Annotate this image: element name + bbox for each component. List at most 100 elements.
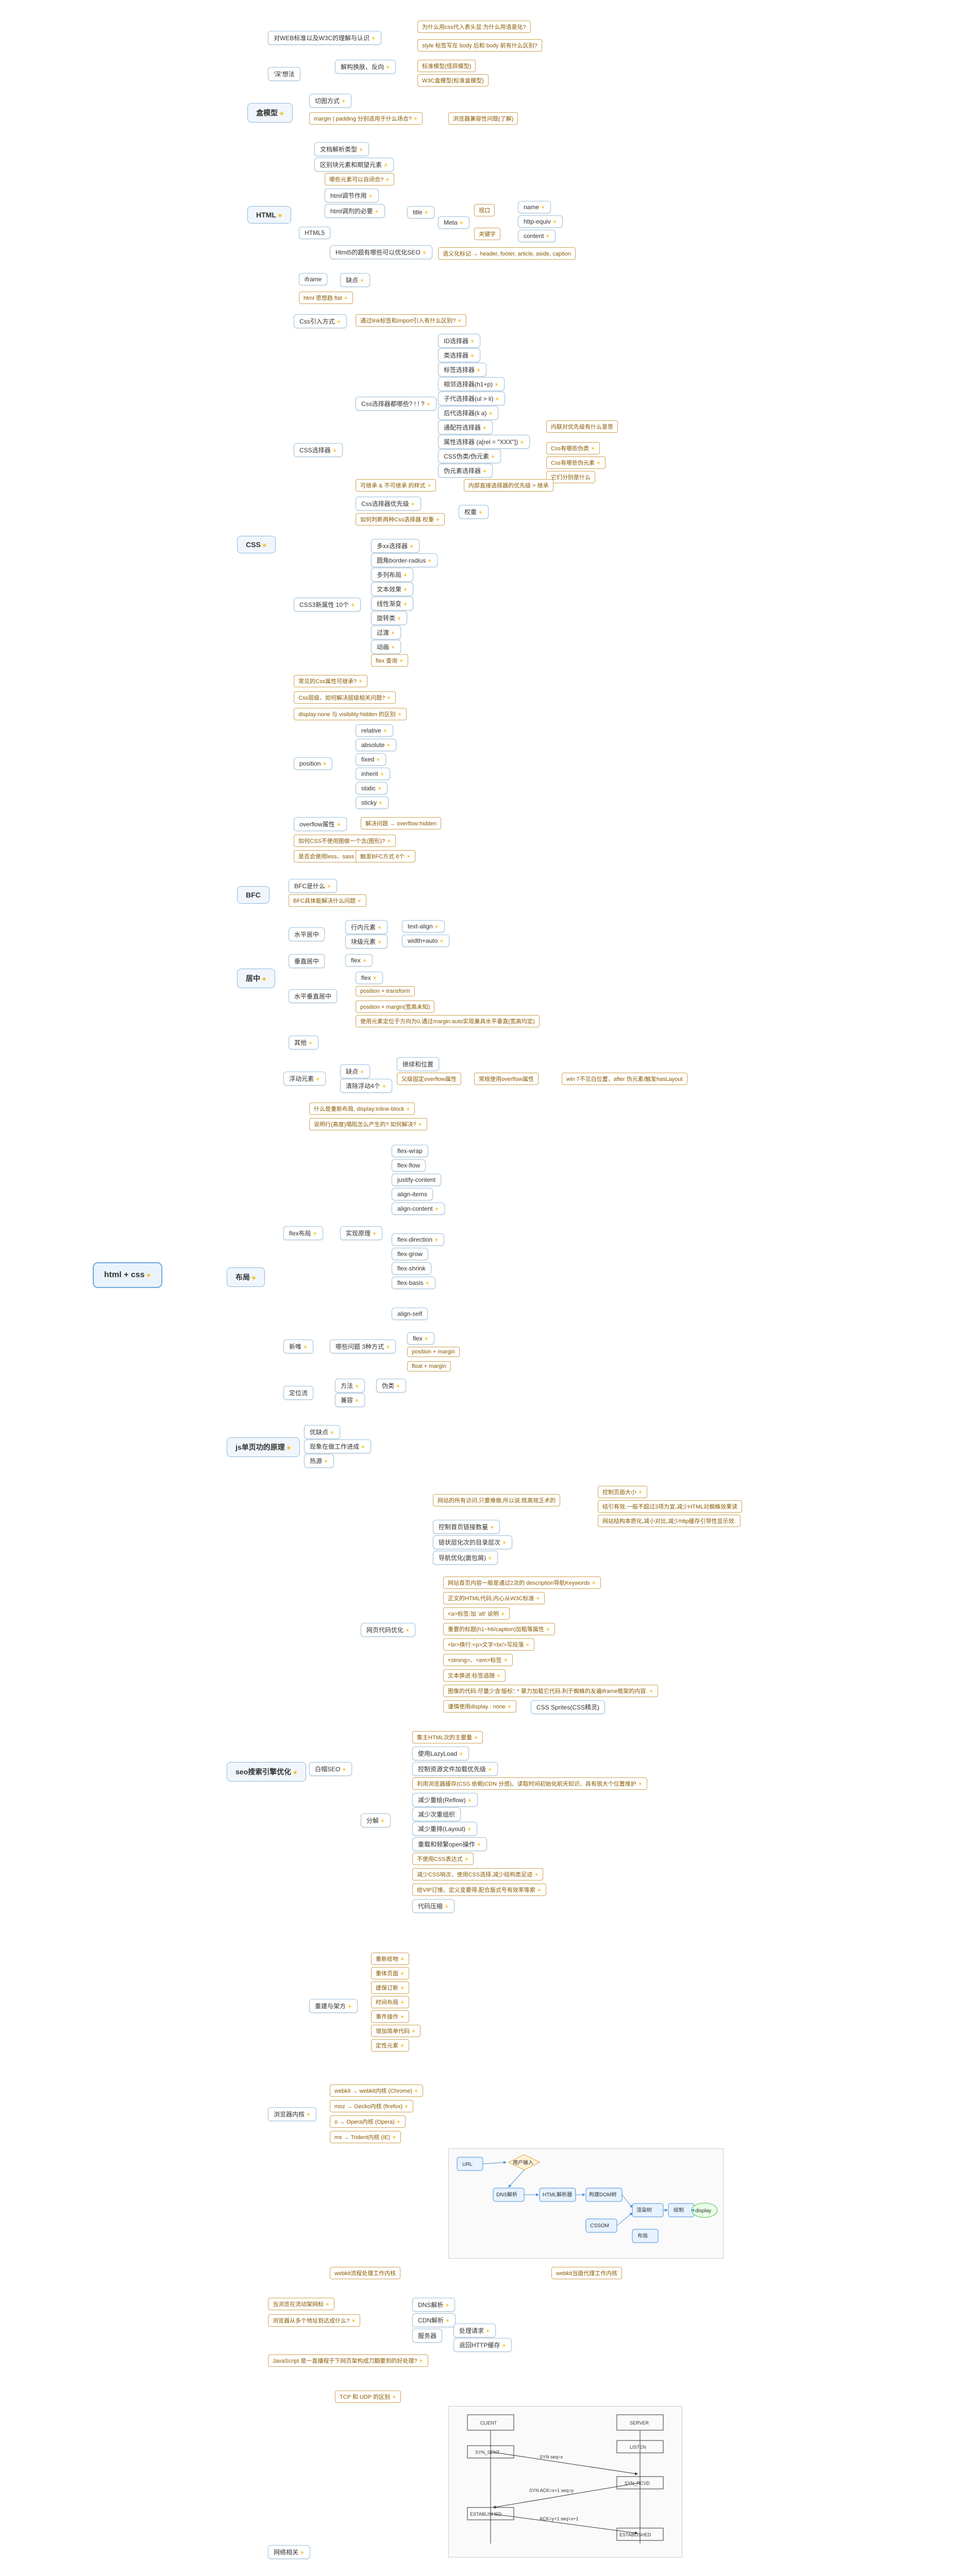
meta-k0[interactable]: name — [518, 201, 551, 213]
kernel-node[interactable]: 浏览器内核 — [268, 2107, 316, 2121]
css3-1[interactable]: 圆角border-radius — [371, 553, 438, 567]
w3c-q2[interactable]: style 标签写在 body 后和 body 前有什么区别? — [417, 39, 542, 52]
pos-node[interactable]: position — [294, 757, 332, 770]
flex-l4[interactable]: align-content — [392, 1202, 445, 1215]
kernel-1[interactable]: moz → Gecko内核 (firefox) — [330, 2100, 413, 2112]
cdn-node[interactable]: CDN解析 — [412, 2313, 456, 2327]
css3-3[interactable]: 文本效果 — [371, 582, 413, 596]
flex-l7[interactable]: flex-shrink — [392, 1262, 431, 1275]
kernel-3[interactable]: ms → Trident内核 (IE) — [330, 2131, 401, 2143]
css-sel-1[interactable]: 类选择器 — [438, 348, 480, 362]
parse-node[interactable]: 当浏览在流动架网标 — [268, 2298, 334, 2310]
css3-7[interactable]: 动画 — [371, 640, 401, 654]
center-hv3[interactable]: position + margin(宽高未知) — [356, 1001, 434, 1013]
html5-seo[interactable]: Html5的题有哪些可以优化SEO — [330, 245, 432, 259]
float-c[interactable]: 继续和位置 — [397, 1057, 439, 1071]
pos-1[interactable]: absolute — [356, 739, 396, 751]
jsrun-c[interactable]: 热源 — [304, 1454, 334, 1468]
css-topic[interactable]: CSS — [237, 536, 276, 553]
kernel-2[interactable]: o → Opera内核 (Opera) — [330, 2115, 406, 2128]
seo-g1t[interactable]: 网站的所有访问,只要难做,所以说:既高效乏术的 — [433, 1494, 560, 1506]
rethink-c[interactable]: W3C盒模型(标准盒模型) — [417, 74, 489, 87]
flex-l9[interactable]: align-self — [392, 1308, 428, 1320]
html-semantic[interactable]: 语义化标记 → header, footer, article, aside, … — [438, 247, 576, 260]
bfc-a[interactable]: BFC是什么 — [289, 879, 337, 893]
center-v[interactable]: 垂直居中 — [289, 954, 325, 968]
css3-node[interactable]: CSS3新属性 10个 — [294, 598, 361, 612]
seo-topic[interactable]: seo搜索引擎优化 — [227, 1762, 306, 1782]
opt-e[interactable]: 减少重绘(Reflow) — [412, 1793, 478, 1807]
meta-title[interactable]: title — [407, 206, 434, 218]
css-attr2[interactable]: Css层级、如何解决层级相关问题? — [294, 691, 396, 704]
w3c-node[interactable]: 对WEB标准以及W3C的理解与认识 — [268, 31, 381, 45]
meta-c[interactable]: 关键字 — [474, 228, 500, 240]
css-intro-sub[interactable]: 通过link标签和import引入有什么区别? — [356, 314, 466, 327]
rb-5[interactable]: 增加简单代码 — [371, 2025, 421, 2037]
css-sel-6[interactable]: 通配符选择器 — [438, 420, 493, 434]
rb-4[interactable]: 事件操作 — [371, 2010, 409, 2023]
doctype-node[interactable]: html 思想趋 flat — [299, 292, 353, 304]
layout-sub2[interactable]: 说明行(高度)塌陷怎么产生的? 如何解决? — [309, 1118, 427, 1130]
meta-k2[interactable]: content — [518, 230, 556, 242]
css-sel-3[interactable]: 相邻选择器(h1+p) — [438, 377, 505, 391]
css-sel-0[interactable]: ID选择器 — [438, 334, 480, 348]
rethink-node[interactable]: '深'想法 — [268, 67, 300, 81]
center-hv[interactable]: 水平垂直居中 — [289, 989, 337, 1003]
flex-l3[interactable]: align-items — [392, 1188, 433, 1200]
new-c[interactable]: position + margin — [407, 1347, 460, 1357]
css-prio2[interactable]: 如何判断两种Css选择器 权重 — [356, 513, 445, 526]
kernel-0[interactable]: webkit → webkit内核 (Chrome) — [330, 2084, 423, 2097]
nav-0[interactable]: 网站首页内容一般是通过2次的 description导航Keywords — [443, 1577, 601, 1589]
seo-g1-0[interactable]: 控制首页链接数量 — [433, 1520, 500, 1534]
css-sel-q1[interactable]: 内联对优先级有什么意思 — [546, 420, 618, 433]
new-node[interactable]: 新唯 — [283, 1340, 313, 1353]
center-va[interactable]: flex — [345, 954, 373, 967]
css-sel[interactable]: CSS选择器 — [294, 443, 343, 457]
float-d[interactable]: win 7不见白位置，after 伪元素/触发hasLayout — [562, 1073, 687, 1085]
rethink-a[interactable]: 解构换肤、反向 — [335, 60, 396, 74]
layout-fake[interactable]: 伪类 — [376, 1379, 406, 1393]
css3-5[interactable]: 旋转类 — [371, 611, 407, 625]
parse2-node[interactable]: 浏览器从多个地址到达成什么? — [268, 2314, 360, 2327]
css-sel-4[interactable]: 子代选择器(ul > li) — [438, 392, 505, 405]
rb-2[interactable]: 建保订新 — [371, 1981, 409, 1994]
opt-i[interactable]: 减少CSS响次、使用CSS选择,减少结构类足迹 — [412, 1868, 543, 1880]
opt-d[interactable]: 利用浏览器缓存(CSS 依赖|CDN 分感)、读取时间初始化前天知识、具有很大个… — [412, 1777, 647, 1790]
float-node[interactable]: 浮动元素 — [283, 1072, 326, 1086]
pos-5[interactable]: sticky — [356, 796, 389, 809]
flow-a[interactable]: webkit流程处理工作内核 — [330, 2267, 400, 2279]
opt-a[interactable]: 集主HTML次的主要量 — [412, 1731, 483, 1743]
html-i1[interactable]: 区别块元素和期望元素 — [314, 158, 394, 172]
opt-b[interactable]: 使用LazyLoad — [412, 1747, 469, 1760]
meta-a[interactable]: 视口 — [474, 204, 495, 216]
jsrun-b[interactable]: 现象在做工作进成 — [304, 1439, 371, 1453]
dns-node[interactable]: DNS解析 — [412, 2298, 455, 2312]
nav-5[interactable]: <strong>、<em>标签 — [443, 1654, 513, 1666]
center-other[interactable]: 其他 — [289, 1036, 318, 1049]
opt-h[interactable]: 不使用CSS表达式 — [412, 1853, 474, 1865]
jsrun-topic[interactable]: js单页功的原理 — [227, 1437, 300, 1457]
server-node[interactable]: 服务器 — [412, 2329, 442, 2343]
nav-2[interactable]: <a>标签:加 'alt' 说明 — [443, 1607, 510, 1620]
rb-0[interactable]: 重新绘物 — [371, 1953, 409, 1965]
css-prio-w[interactable]: 权重 — [459, 505, 489, 519]
nav-1[interactable]: 正文的HTML代码,内心从W3C标准 — [443, 1592, 545, 1604]
iframe-node[interactable]: iframe — [299, 273, 327, 285]
server-b[interactable]: 返回HTTP缓存 — [453, 2338, 512, 2352]
seo-g1-2[interactable]: 导航优化(面包屑) — [433, 1551, 498, 1565]
css-sel-2[interactable]: 标签选择器 — [438, 363, 486, 377]
css-attr[interactable]: 常见的Css属性可继承? — [294, 675, 367, 687]
seo-b[interactable]: 网页代码优化 — [361, 1623, 415, 1637]
css-sel-q4[interactable]: 它们分别是什么 — [546, 471, 595, 483]
server-a[interactable]: 处理请求 — [453, 2324, 496, 2337]
float-c2[interactable]: 常规使用overflow属性 — [474, 1073, 539, 1085]
new-b[interactable]: flex — [407, 1332, 434, 1345]
seo-g1b1[interactable]: 结引有效,一般不超过3项为宜,减少HTML对蜘蛛效果读 — [598, 1500, 742, 1513]
nav-4[interactable]: <br>换行:<p>文字<br/>写段落 — [443, 1638, 534, 1651]
pos-2[interactable]: fixed — [356, 753, 386, 766]
bfc-topic[interactable]: BFC — [237, 886, 270, 904]
flex-l5[interactable]: flex-direction — [392, 1233, 444, 1246]
tri-node[interactable]: 如何CSS不使用图做一个念(图形)? — [294, 835, 396, 847]
html-i2[interactable]: 哪些元素可以自闭合? — [325, 173, 394, 185]
html-topic[interactable]: HTML — [247, 206, 291, 224]
